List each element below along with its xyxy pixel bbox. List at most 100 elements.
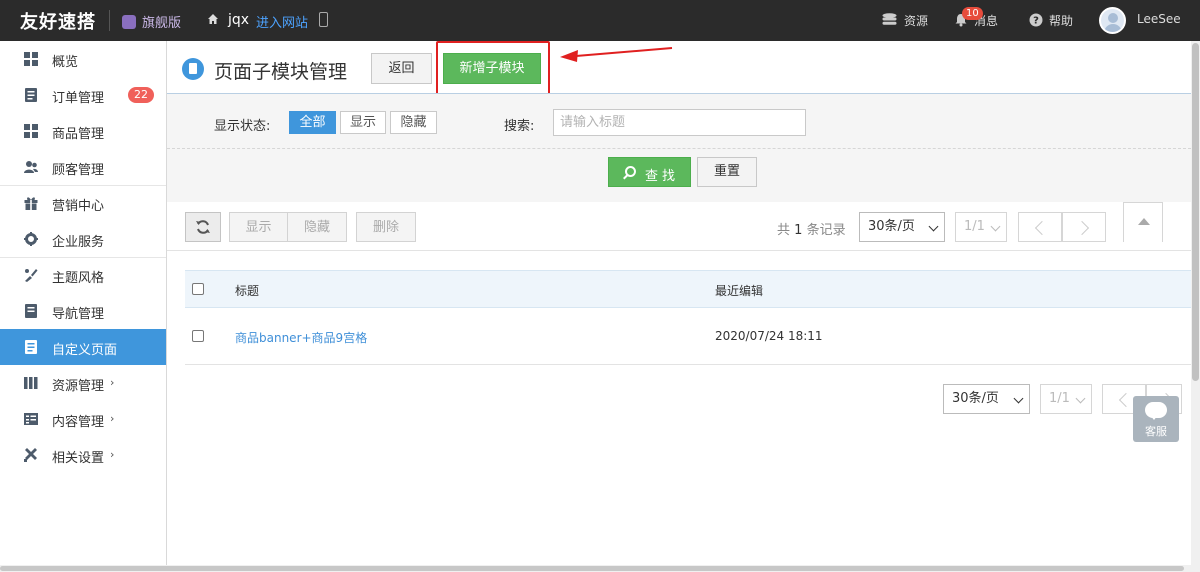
resource-icon bbox=[24, 377, 38, 389]
sidebar-item-label: 订单管理 bbox=[52, 91, 105, 106]
refresh-button[interactable] bbox=[185, 212, 221, 242]
help-menu[interactable]: ? 帮助 bbox=[1029, 12, 1073, 29]
page-number-value: 1/1 bbox=[1049, 391, 1070, 406]
top-bar: 友好速搭 旗舰版 jqx 进入网站 资源 消息 10 ? 帮助 LeeSee bbox=[0, 0, 1200, 41]
messages-badge: 10 bbox=[962, 7, 983, 20]
customer-icon bbox=[24, 161, 38, 173]
sidebar-item-label: 主题风格 bbox=[52, 271, 105, 286]
sidebar-item-label: 营销中心 bbox=[52, 199, 105, 214]
sidebar-item-customers[interactable]: 顾客管理 bbox=[0, 149, 166, 185]
edition-icon bbox=[122, 15, 136, 29]
record-prefix: 共 bbox=[777, 223, 791, 238]
status-option-all[interactable]: 全部 bbox=[289, 111, 336, 134]
find-button-label: 查找 bbox=[645, 168, 680, 183]
page-size-select[interactable]: 30条/页 bbox=[859, 212, 945, 242]
product-icon bbox=[24, 124, 38, 138]
bottom-page-number-select[interactable]: 1/1 bbox=[1040, 384, 1092, 414]
back-button[interactable]: 返回 bbox=[371, 53, 432, 84]
chevron-down-icon bbox=[928, 221, 939, 232]
divider bbox=[109, 10, 110, 31]
chevron-down-icon bbox=[1013, 393, 1024, 404]
record-count: 共 1 条记录 bbox=[777, 219, 846, 238]
sidebar-item-label: 企业服务 bbox=[52, 235, 105, 250]
row-edited-time: 2020/07/24 18:11 bbox=[715, 329, 823, 343]
table-header: 标题 最近编辑 bbox=[185, 270, 1191, 308]
dashboard-icon bbox=[24, 52, 38, 66]
customer-service-widget[interactable]: 客服 bbox=[1133, 396, 1179, 442]
reset-button[interactable]: 重置 bbox=[697, 157, 757, 187]
annotation-highlight-box bbox=[436, 41, 550, 95]
sidebar-item-theme[interactable]: 主题风格 bbox=[0, 257, 166, 293]
chevron-right-icon: › bbox=[110, 376, 115, 389]
sidebar-item-overview[interactable]: 概览 bbox=[0, 41, 166, 77]
sidebar: 概览 订单管理 22 商品管理 顾客管理 营销中心 企业服务 主题风格 导航管理… bbox=[0, 41, 167, 572]
sidebar-item-label: 内容管理 bbox=[52, 415, 105, 430]
sidebar-item-label: 相关设置 bbox=[52, 451, 105, 466]
brand-logo[interactable]: 友好速搭 bbox=[20, 8, 96, 34]
refresh-icon bbox=[196, 220, 210, 234]
search-icon bbox=[625, 166, 636, 177]
help-icon: ? bbox=[1029, 13, 1043, 27]
record-suffix: 条记录 bbox=[806, 223, 846, 238]
search-input[interactable] bbox=[553, 109, 806, 136]
sidebar-item-products[interactable]: 商品管理 bbox=[0, 113, 166, 149]
edition-badge: 旗舰版 bbox=[122, 12, 181, 31]
status-filter-label: 显示状态: bbox=[214, 119, 271, 134]
gift-icon bbox=[24, 197, 38, 210]
page-number-select[interactable]: 1/1 bbox=[955, 212, 1007, 242]
column-title[interactable]: 标题 bbox=[235, 282, 259, 299]
scrollbar-thumb[interactable] bbox=[1192, 43, 1199, 381]
customer-service-label: 客服 bbox=[1145, 425, 1167, 438]
sidebar-item-resources[interactable]: 资源管理 › bbox=[0, 365, 166, 401]
row-checkbox[interactable] bbox=[192, 330, 204, 342]
collapse-filter-button[interactable] bbox=[1123, 202, 1163, 242]
hide-button[interactable]: 隐藏 bbox=[287, 212, 347, 242]
vertical-scrollbar[interactable] bbox=[1191, 41, 1200, 572]
chevron-right-icon: › bbox=[110, 448, 115, 461]
scrollbar-thumb[interactable] bbox=[0, 566, 1184, 571]
resources-label: 资源 bbox=[904, 14, 929, 28]
record-count-value: 1 bbox=[794, 223, 803, 238]
database-icon bbox=[882, 13, 897, 25]
show-button[interactable]: 显示 bbox=[229, 212, 288, 242]
delete-button[interactable]: 删除 bbox=[356, 212, 416, 242]
status-option-hide[interactable]: 隐藏 bbox=[390, 111, 437, 134]
row-title-link[interactable]: 商品banner+商品9宫格 bbox=[235, 329, 367, 346]
bottom-page-size-select[interactable]: 30条/页 bbox=[943, 384, 1030, 414]
edition-label: 旗舰版 bbox=[142, 16, 182, 31]
sidebar-item-content[interactable]: 内容管理 › bbox=[0, 401, 166, 437]
page-icon bbox=[25, 340, 37, 354]
tools-icon bbox=[24, 448, 37, 462]
status-option-show[interactable]: 显示 bbox=[340, 111, 386, 134]
next-page-button[interactable] bbox=[1062, 212, 1106, 242]
horizontal-scrollbar[interactable] bbox=[0, 565, 1191, 572]
sidebar-item-label: 自定义页面 bbox=[52, 343, 118, 358]
prev-page-button[interactable] bbox=[1018, 212, 1062, 242]
search-label: 搜索: bbox=[504, 119, 535, 134]
page-title: 页面子模块管理 bbox=[214, 61, 348, 83]
order-icon bbox=[25, 88, 37, 102]
mobile-preview-icon[interactable] bbox=[319, 12, 328, 27]
sidebar-item-settings[interactable]: 相关设置 › bbox=[0, 437, 166, 473]
avatar[interactable] bbox=[1099, 7, 1126, 34]
help-label: 帮助 bbox=[1049, 14, 1074, 28]
sidebar-item-navigation[interactable]: 导航管理 bbox=[0, 293, 166, 329]
sidebar-item-label: 资源管理 bbox=[52, 379, 105, 394]
sidebar-item-enterprise[interactable]: 企业服务 bbox=[0, 221, 166, 257]
sidebar-item-marketing[interactable]: 营销中心 bbox=[0, 185, 166, 221]
sidebar-item-custom-pages[interactable]: 自定义页面 bbox=[0, 329, 166, 365]
home-icon[interactable] bbox=[207, 13, 219, 25]
column-last-edited[interactable]: 最近编辑 bbox=[715, 282, 763, 299]
annotation-arrow bbox=[560, 47, 673, 62]
select-all-checkbox[interactable] bbox=[192, 283, 204, 295]
find-button[interactable]: 查找 bbox=[608, 157, 691, 187]
sidebar-item-label: 商品管理 bbox=[52, 127, 105, 142]
chevron-down-icon bbox=[1075, 393, 1086, 404]
visit-site-link[interactable]: 进入网站 bbox=[256, 12, 308, 31]
resources-menu[interactable]: 资源 bbox=[882, 12, 928, 29]
svg-text:?: ? bbox=[1033, 16, 1039, 27]
username[interactable]: LeeSee bbox=[1137, 12, 1181, 26]
sidebar-item-orders[interactable]: 订单管理 22 bbox=[0, 77, 166, 113]
gear-icon bbox=[24, 232, 38, 246]
page-size-value: 30条/页 bbox=[952, 391, 999, 406]
